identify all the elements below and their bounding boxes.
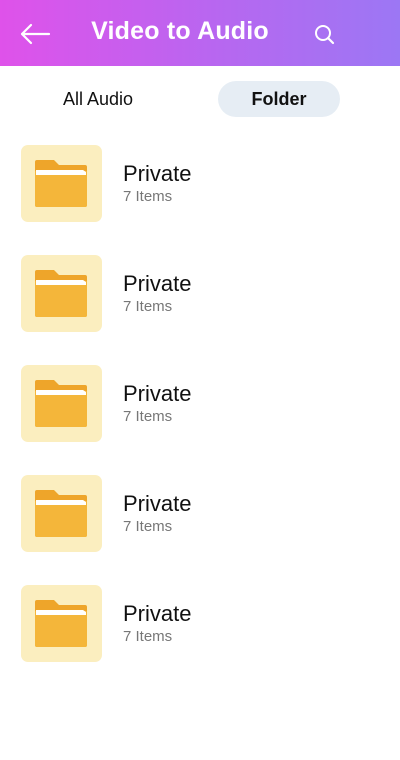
folder-name: Private: [123, 601, 192, 626]
folder-item-count: 7 Items: [123, 518, 173, 535]
folder-item[interactable]: Private 7 Items: [0, 365, 400, 475]
folder-icon: [35, 160, 87, 207]
folder-item[interactable]: Private 7 Items: [0, 145, 400, 255]
folder-thumbnail: [21, 145, 102, 222]
folder-item-count: 7 Items: [123, 628, 173, 645]
folder-thumbnail: [21, 255, 102, 332]
folder-thumbnail: [21, 475, 102, 552]
folder-item-count: 7 Items: [123, 408, 173, 425]
folder-name: Private: [123, 161, 192, 186]
page-title: Video to Audio: [91, 17, 269, 45]
search-button[interactable]: [312, 22, 338, 48]
folder-item[interactable]: Private 7 Items: [0, 475, 400, 585]
folder-name: Private: [123, 271, 192, 296]
folder-name: Private: [123, 491, 192, 516]
search-icon: [315, 25, 335, 45]
folder-item[interactable]: Private 7 Items: [0, 585, 400, 695]
folder-icon: [35, 270, 87, 317]
app-header: Video to Audio: [0, 0, 400, 66]
folder-icon: [35, 380, 87, 427]
folder-icon: [35, 600, 87, 647]
folder-icon: [35, 490, 87, 537]
folder-list: Private 7 Items Private 7 Items Private …: [0, 145, 400, 695]
folder-item-count: 7 Items: [123, 298, 173, 315]
tab-all-audio[interactable]: All Audio: [30, 81, 166, 117]
tab-folder[interactable]: Folder: [218, 81, 340, 117]
folder-thumbnail: [21, 365, 102, 442]
folder-item-count: 7 Items: [123, 188, 173, 205]
folder-thumbnail: [21, 585, 102, 662]
folder-item[interactable]: Private 7 Items: [0, 255, 400, 365]
folder-name: Private: [123, 381, 192, 406]
